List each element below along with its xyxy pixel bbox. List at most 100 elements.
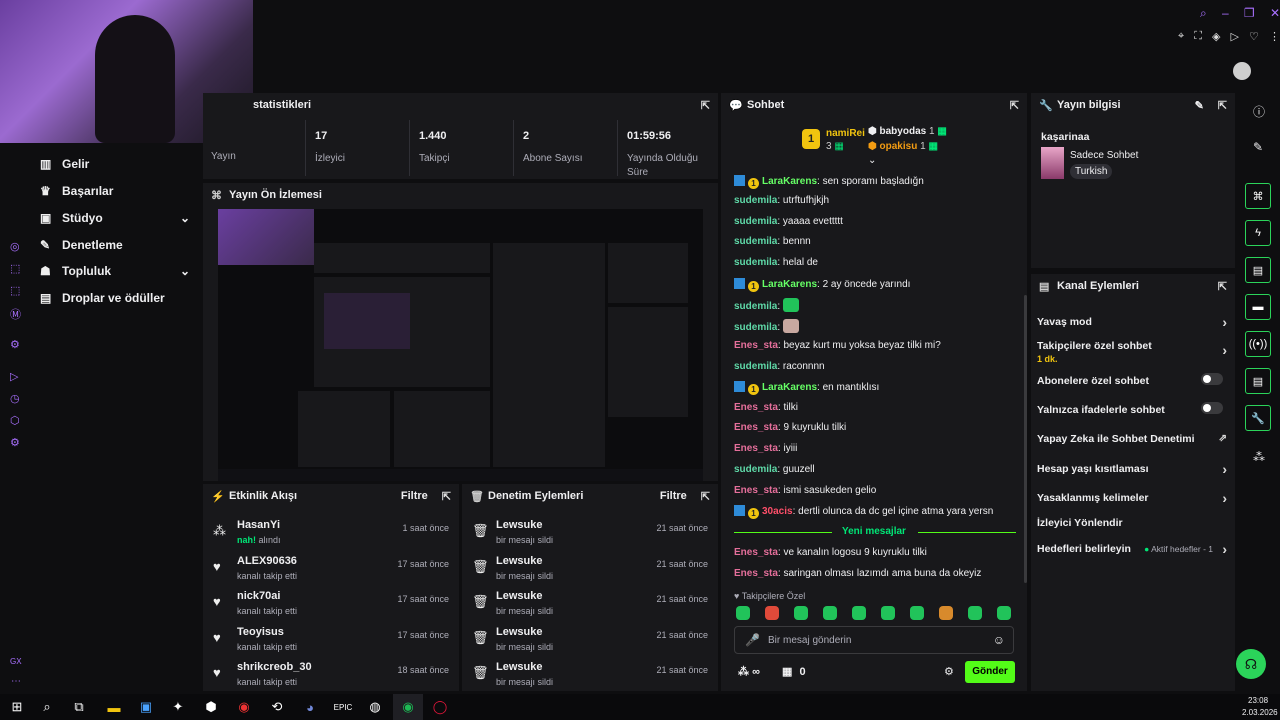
- edit-icon[interactable]: ✎: [1195, 99, 1204, 112]
- emote-5[interactable]: [852, 606, 866, 620]
- app-icon-4[interactable]: ◉: [229, 694, 259, 720]
- rail-icon-9[interactable]: ⚙: [10, 436, 20, 449]
- search-icon[interactable]: ⌕: [32, 694, 62, 720]
- chat-username[interactable]: sudemila: [734, 257, 777, 268]
- action-ai-moderation[interactable]: Yapay Zeka ile Sohbet Denetimi ⇗: [1037, 433, 1227, 445]
- emote-1[interactable]: [736, 606, 750, 620]
- rail-icon-1[interactable]: ◎: [10, 240, 20, 253]
- nav-item-studyo[interactable]: ▣ Stüdyo ⌄: [40, 211, 190, 225]
- send-button[interactable]: Gönder: [965, 661, 1015, 683]
- chat-settings-icon[interactable]: ⚙: [944, 665, 954, 678]
- nav-item-droplar[interactable]: ▤ Droplar ve ödüller: [40, 291, 165, 305]
- rail-button-actions[interactable]: ▤: [1245, 368, 1271, 394]
- emote-4[interactable]: [823, 606, 837, 620]
- epic-games-icon[interactable]: EPIC: [328, 694, 358, 720]
- rail-icon-6[interactable]: ▷: [10, 370, 18, 383]
- info-icon[interactable]: ⓘ: [1253, 103, 1265, 120]
- steam-icon[interactable]: ◍: [360, 694, 390, 720]
- task-view-icon[interactable]: ⧉: [64, 694, 94, 720]
- leader-second[interactable]: ⬢ babyodas 1 ▦: [868, 126, 947, 137]
- chat-username[interactable]: sudemila: [734, 216, 777, 227]
- leader-first-name[interactable]: namiRei: [826, 128, 865, 139]
- app-icon-1[interactable]: ▣: [131, 694, 161, 720]
- windows-start-icon[interactable]: ⊞: [2, 694, 32, 720]
- subs-only-toggle[interactable]: [1201, 373, 1223, 385]
- pin-icon[interactable]: ⌖: [1178, 30, 1184, 46]
- moderator-name[interactable]: Lewsuke: [496, 626, 553, 638]
- chat-username[interactable]: Enes_sta: [734, 568, 778, 579]
- rail-button-wrench[interactable]: 🔧: [1245, 405, 1271, 431]
- file-explorer-icon[interactable]: ▬: [99, 694, 129, 720]
- nav-item-topluluk[interactable]: ☗ Topluluk ⌄: [40, 264, 190, 278]
- rail-icon-4[interactable]: Ⓜ: [10, 306, 21, 322]
- screenshot-icon[interactable]: ⛶: [1194, 30, 1202, 46]
- chat-username[interactable]: LaraKarens: [762, 279, 817, 290]
- action-followers-only[interactable]: Takipçilere özel sohbet 1 dk. ›: [1037, 340, 1227, 364]
- chat-username[interactable]: sudemila: [734, 361, 777, 372]
- moderator-name[interactable]: Lewsuke: [496, 590, 553, 602]
- expand-icon[interactable]: ⌄: [868, 155, 876, 166]
- emote-7[interactable]: [910, 606, 924, 620]
- rail-icon-5[interactable]: ⚙: [10, 338, 20, 351]
- action-slow-mode[interactable]: Yavaş mod ›: [1037, 314, 1227, 330]
- moderator-name[interactable]: Lewsuke: [496, 661, 553, 673]
- chat-username[interactable]: Enes_sta: [734, 547, 778, 558]
- activity-user[interactable]: ALEX90636: [237, 555, 297, 567]
- chat-username[interactable]: sudemila: [734, 322, 777, 333]
- action-goals[interactable]: Hedefleri belirleyin ● Aktif hedefler - 1…: [1037, 541, 1227, 557]
- action-account-age[interactable]: Hesap yaşı kısıtlaması ›: [1037, 461, 1227, 477]
- play-icon[interactable]: ▷: [1231, 30, 1239, 46]
- chat-username[interactable]: Enes_sta: [734, 485, 778, 496]
- popout-icon[interactable]: ⇱: [1218, 280, 1227, 293]
- chat-username[interactable]: 30acis: [762, 506, 793, 517]
- activity-user[interactable]: nick70ai: [237, 590, 297, 602]
- profile-avatar[interactable]: [1233, 62, 1251, 80]
- popout-icon[interactable]: ⇱: [1218, 99, 1227, 112]
- emote-10[interactable]: [997, 606, 1011, 620]
- emote-only-toggle[interactable]: [1201, 402, 1223, 414]
- rail-icon-2[interactable]: ⬚: [10, 262, 20, 275]
- emote-3[interactable]: [794, 606, 808, 620]
- chat-username[interactable]: Enes_sta: [734, 402, 778, 413]
- app-icon-5[interactable]: ⟲: [262, 694, 292, 720]
- gift-display[interactable]: ▦ 0: [782, 665, 806, 678]
- spotify-icon[interactable]: ◉: [393, 694, 423, 720]
- rail-icon-7[interactable]: ◷: [10, 392, 20, 405]
- mic-icon[interactable]: 🎤: [745, 633, 760, 647]
- action-raid[interactable]: İzleyici Yönlendir: [1037, 517, 1227, 529]
- emote-6[interactable]: [881, 606, 895, 620]
- heart-icon[interactable]: ♡: [1249, 30, 1259, 46]
- chat-username[interactable]: Enes_sta: [734, 422, 778, 433]
- app-icon-3[interactable]: ⬢: [196, 694, 226, 720]
- popout-icon[interactable]: ⇱: [701, 99, 710, 112]
- search-icon[interactable]: ⌕: [1200, 6, 1207, 24]
- leader-third[interactable]: ⬢ opakisu 1 ▦: [868, 141, 938, 152]
- emoji-icon[interactable]: ☺: [993, 633, 1005, 647]
- emote-2[interactable]: [765, 606, 779, 620]
- close-icon[interactable]: ✕: [1270, 6, 1280, 24]
- points-display[interactable]: ⁂ ∞: [738, 665, 760, 678]
- emote-8[interactable]: [939, 606, 953, 620]
- chat-input[interactable]: 🎤 Bir mesaj gönderin ☺: [734, 626, 1014, 654]
- activity-user[interactable]: Teoyisus: [237, 626, 297, 638]
- activity-user[interactable]: HasanYi: [237, 519, 281, 531]
- nav-item-denetleme[interactable]: ✎ Denetleme: [40, 238, 123, 252]
- nav-item-basarilar[interactable]: ♛ Başarılar: [40, 184, 113, 198]
- chat-username[interactable]: LaraKarens: [762, 382, 817, 393]
- preview-video[interactable]: [218, 209, 703, 481]
- menu-icon[interactable]: ⋮: [1269, 30, 1280, 46]
- opera-gx-icon[interactable]: ◯: [425, 694, 455, 720]
- rail-button-broadcast[interactable]: ((•)): [1245, 331, 1271, 357]
- app-icon-2[interactable]: ✦: [163, 694, 193, 720]
- chat-username[interactable]: sudemila: [734, 236, 777, 247]
- points-icon[interactable]: ⁂: [1253, 450, 1265, 464]
- popout-icon[interactable]: ⇱: [701, 490, 710, 503]
- shield-icon[interactable]: ◈: [1212, 30, 1220, 46]
- chat-scrollbar[interactable]: [1024, 295, 1027, 583]
- filter-button[interactable]: Filtre: [401, 490, 428, 502]
- emote-9[interactable]: [968, 606, 982, 620]
- chat-username[interactable]: LaraKarens: [762, 176, 817, 187]
- maximize-icon[interactable]: ❐: [1244, 6, 1255, 24]
- chat-username[interactable]: sudemila: [734, 195, 777, 206]
- moderator-name[interactable]: Lewsuke: [496, 555, 553, 567]
